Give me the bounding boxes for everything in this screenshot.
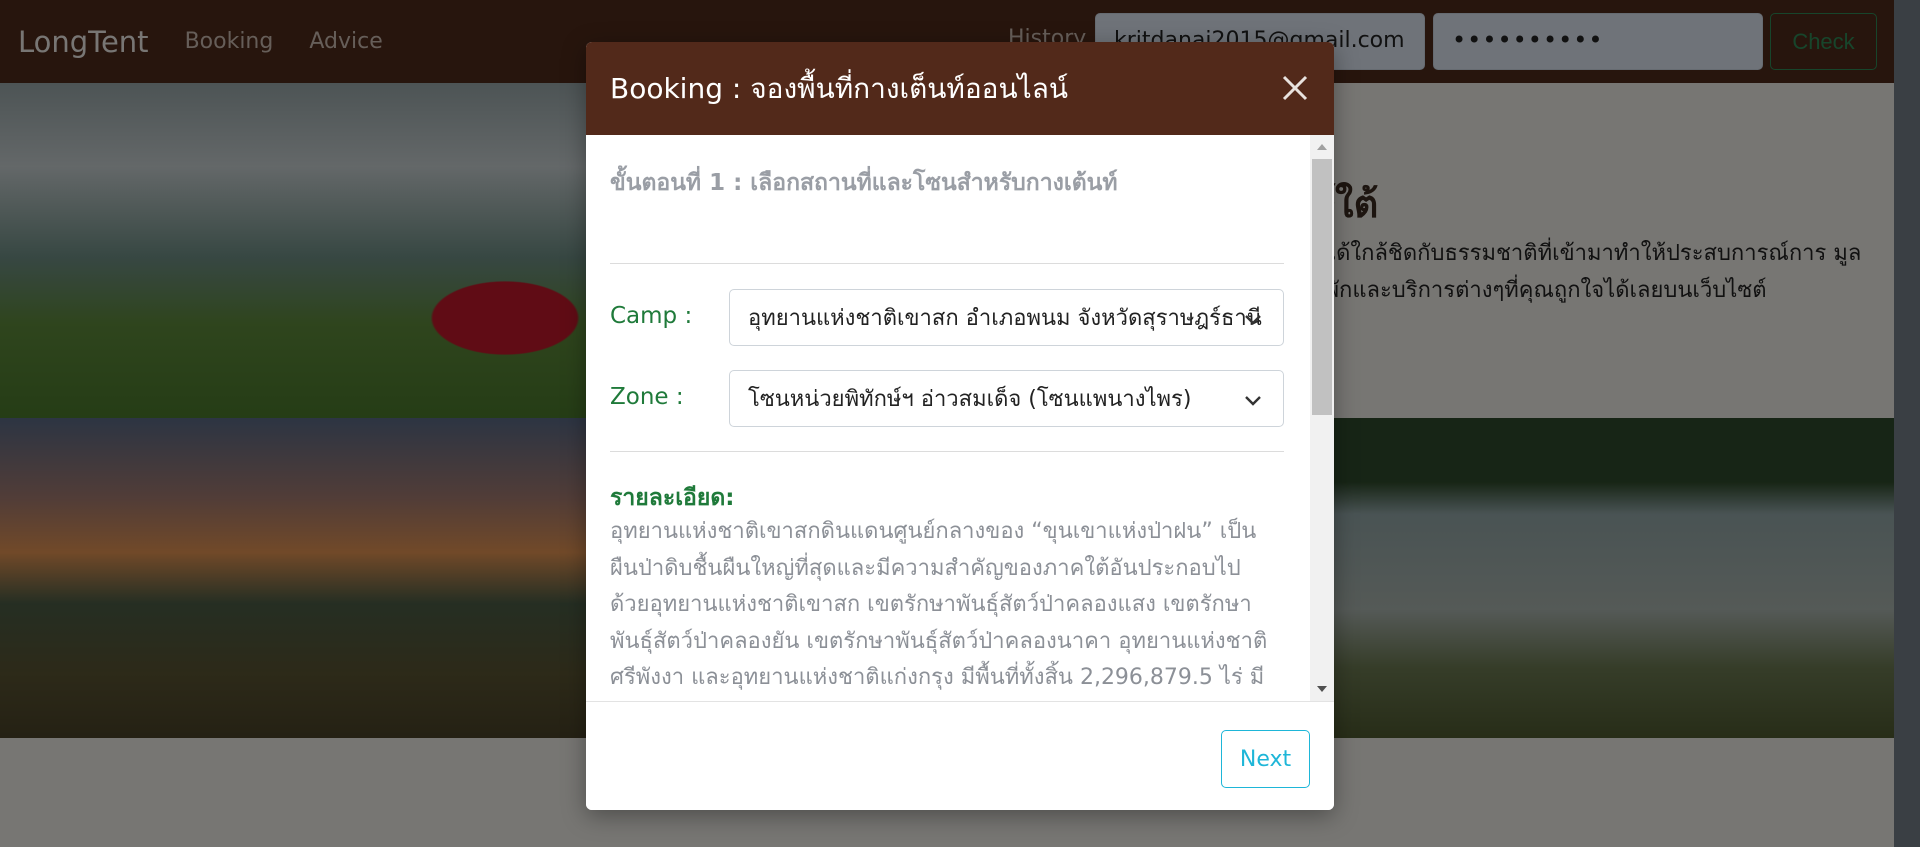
- modal-footer: Next: [586, 701, 1334, 810]
- zone-select[interactable]: โซนหน่วยพิทักษ์ฯ อ่าวสมเด็จ (โซนแพนางไพร…: [729, 370, 1284, 427]
- camp-label: Camp :: [610, 303, 693, 329]
- camp-select-value: อุทยานแห่งชาติเขาสก อำเภอพนม จังหวัดสุรา…: [748, 306, 1262, 331]
- zone-label: Zone :: [610, 384, 684, 410]
- scroll-thumb[interactable]: [1312, 159, 1332, 415]
- zone-select-value: โซนหน่วยพิทักษ์ฯ อ่าวสมเด็จ (โซนแพนางไพร…: [748, 387, 1192, 412]
- close-button[interactable]: [1276, 69, 1314, 107]
- modal-body: ขั้นตอนที่ 1 : เลือกสถานที่และโซนสำหรับก…: [586, 135, 1334, 701]
- next-button[interactable]: Next: [1221, 730, 1310, 788]
- page-scrollbar[interactable]: [1894, 0, 1920, 847]
- detail-text: อุทยานแห่งชาติเขาสกดินแดนศูนย์กลางของ “ข…: [610, 519, 1268, 690]
- booking-modal: Booking : จองพื้นที่กางเต็นท์ออนไลน์ ขั้…: [586, 42, 1334, 810]
- divider: [610, 451, 1284, 452]
- modal-header: Booking : จองพื้นที่กางเต็นท์ออนไลน์: [586, 42, 1334, 135]
- chevron-down-icon: [1245, 396, 1261, 406]
- step-title: ขั้นตอนที่ 1 : เลือกสถานที่และโซนสำหรับก…: [610, 170, 1118, 196]
- scroll-down-arrow-icon[interactable]: [1316, 683, 1328, 695]
- divider: [610, 263, 1284, 264]
- detail-heading: รายละเอียด:: [610, 485, 735, 511]
- modal-title: Booking : จองพื้นที่กางเต็นท์ออนไลน์: [610, 71, 1069, 105]
- camp-select[interactable]: อุทยานแห่งชาติเขาสก อำเภอพนม จังหวัดสุรา…: [729, 289, 1284, 346]
- close-icon: [1282, 75, 1308, 101]
- modal-scrollbar[interactable]: [1310, 135, 1334, 701]
- chevron-down-icon: [1245, 315, 1261, 325]
- scroll-up-arrow-icon[interactable]: [1316, 141, 1328, 153]
